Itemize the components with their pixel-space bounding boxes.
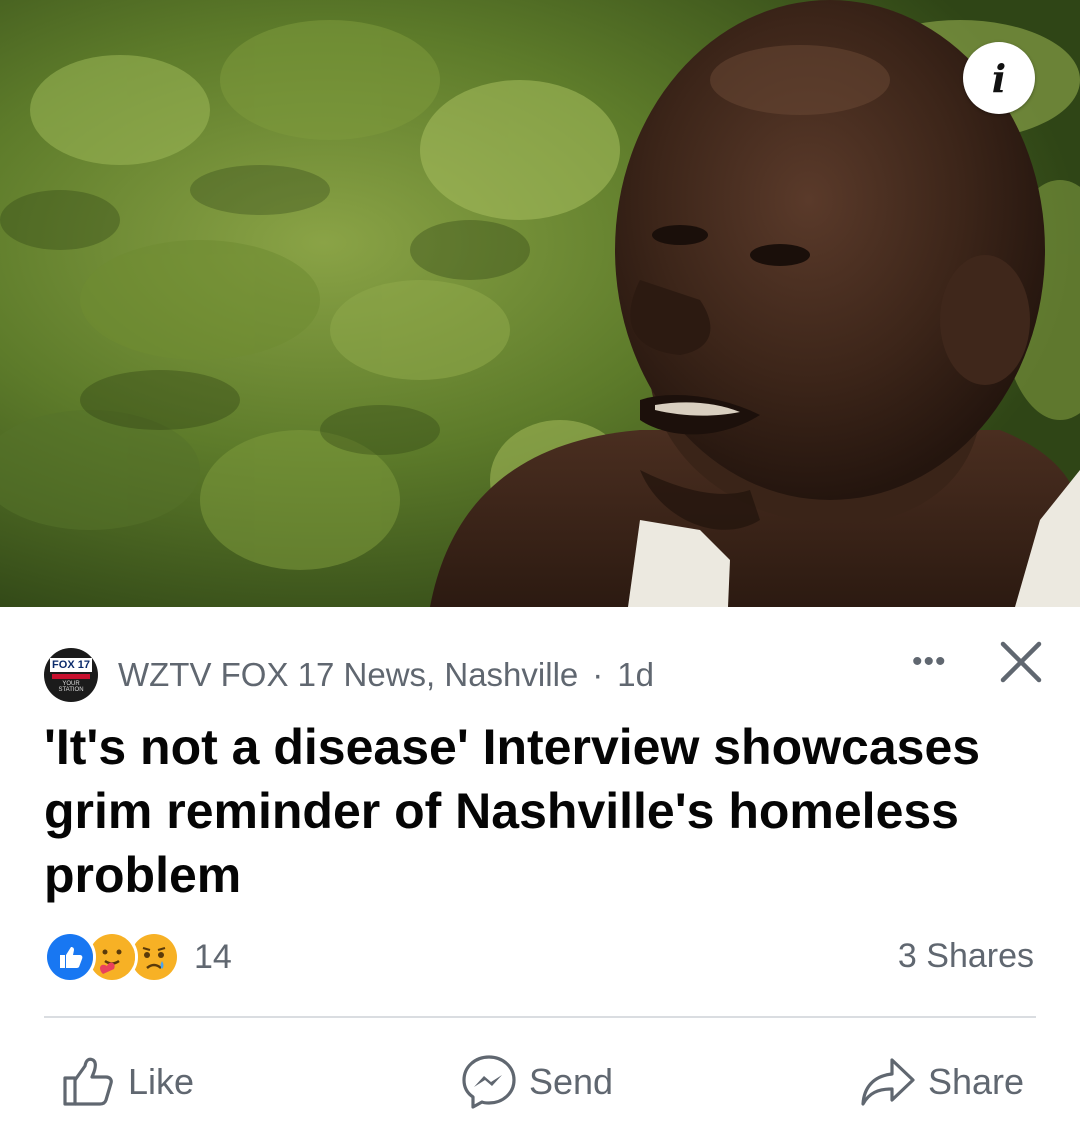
thumbs-up-icon [63, 1057, 113, 1106]
like-label: Like [128, 1061, 195, 1102]
fox17-logo[interactable]: FOX 17 YOUR STATION [44, 648, 98, 702]
send-label: Send [529, 1061, 614, 1102]
send-button[interactable]: Send [461, 1052, 613, 1112]
post-card: FOX 17 YOUR STATION WZTV FOX 17 News, Na… [0, 607, 1080, 1148]
post-source: FOX 17 YOUR STATION WZTV FOX 17 News, Na… [44, 647, 654, 703]
reactions-summary[interactable]: 14 [44, 929, 232, 985]
reaction-count: 14 [194, 937, 232, 976]
post-image[interactable]: i [0, 0, 1080, 607]
messenger-icon [462, 1055, 516, 1109]
logo-subtext: YOUR STATION [58, 681, 84, 693]
share-label: Share [928, 1061, 1025, 1102]
post-age: 1d [617, 656, 654, 693]
info-icon[interactable]: i [963, 42, 1035, 114]
source-name[interactable]: WZTV FOX 17 News, Nashville [118, 656, 578, 694]
interview-photo [0, 0, 1080, 607]
share-arrow-icon [861, 1058, 915, 1106]
shares-count[interactable]: 3 Shares [898, 937, 1034, 976]
like-reaction-icon [44, 931, 96, 983]
meta-separator: · [592, 656, 604, 693]
close-icon[interactable] [996, 637, 1046, 687]
post-headline[interactable]: 'It's not a disease' Interview showcases… [44, 715, 1044, 907]
more-options-icon[interactable]: ••• [912, 647, 956, 677]
divider [44, 1016, 1036, 1018]
share-button[interactable]: Share [860, 1052, 1024, 1112]
logo-text: FOX 17 [50, 658, 92, 672]
like-button[interactable]: Like [62, 1052, 194, 1112]
logo-stripe [52, 674, 90, 679]
